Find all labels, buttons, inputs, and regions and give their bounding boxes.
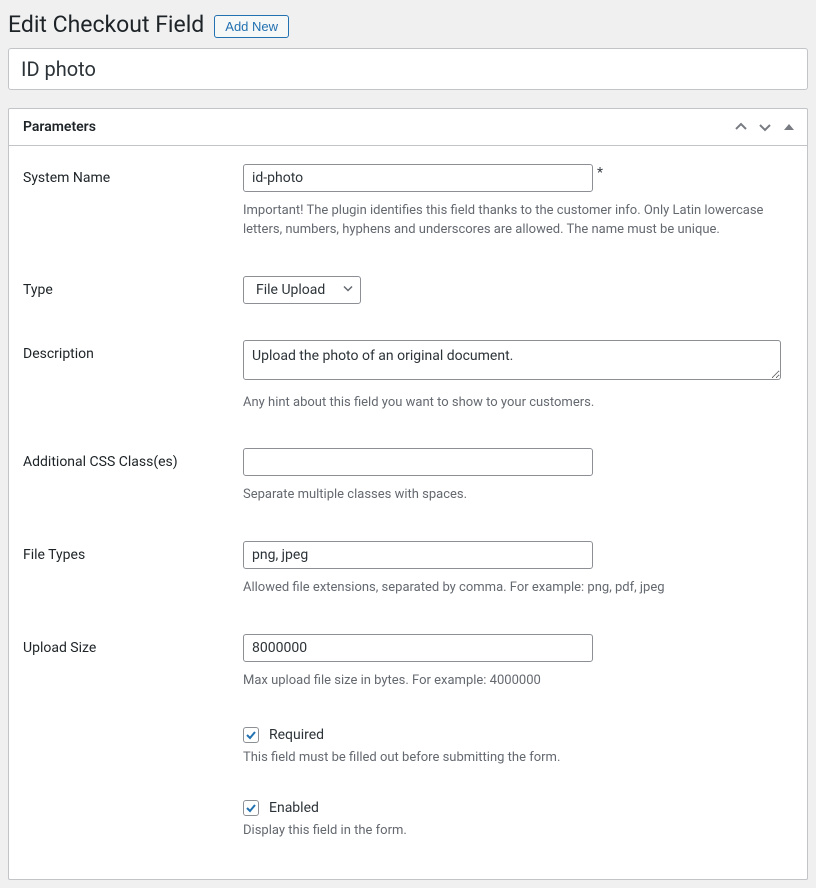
page-header: Edit Checkout Field Add New [8,8,808,48]
description-label: Description [23,340,243,362]
upload-size-label: Upload Size [23,634,243,656]
type-label: Type [23,276,243,298]
upload-size-row: Upload Size Max upload file size in byte… [23,634,793,691]
css-classes-help: Separate multiple classes with spaces. [243,486,773,505]
page-title: Edit Checkout Field [8,10,204,40]
panel-controls [735,121,795,133]
upload-size-input[interactable] [243,634,593,662]
system-name-label: System Name [23,164,243,186]
description-help: Any hint about this field you want to sh… [243,394,773,413]
file-types-input[interactable] [243,541,593,569]
css-classes-label: Additional CSS Class(es) [23,448,243,470]
field-title-input[interactable] [8,48,808,90]
move-down-icon[interactable] [759,121,771,133]
css-classes-input[interactable] [243,448,593,476]
system-name-row: System Name * Important! The plugin iden… [23,164,793,240]
system-name-input[interactable] [243,164,593,192]
enabled-row: Enabled Display this field in the form. [23,800,793,841]
enabled-help: Display this field in the form. [243,822,773,841]
enabled-checkbox[interactable] [243,800,259,816]
type-row: Type File Upload [23,276,793,304]
system-name-help: Important! The plugin identifies this fi… [243,202,773,240]
css-classes-row: Additional CSS Class(es) Separate multip… [23,448,793,505]
parameters-panel: Parameters System Name * Important! The … [8,108,808,880]
file-types-help: Allowed file extensions, separated by co… [243,579,793,598]
enabled-label: Enabled [269,800,319,816]
required-row: Required This field must be filled out b… [23,727,793,768]
type-select[interactable]: File Upload [243,276,361,304]
required-help: This field must be filled out before sub… [243,749,773,768]
required-asterisk: * [597,166,603,180]
description-row: Description Any hint about this field yo… [23,340,793,413]
required-checkbox[interactable] [243,727,259,743]
panel-title: Parameters [23,119,96,135]
collapse-icon[interactable] [783,121,795,133]
file-types-label: File Types [23,541,243,563]
panel-header: Parameters [9,109,807,146]
description-textarea[interactable] [243,340,781,380]
panel-body: System Name * Important! The plugin iden… [9,146,807,879]
upload-size-help: Max upload file size in bytes. For examp… [243,672,773,691]
file-types-row: File Types Allowed file extensions, sepa… [23,541,793,598]
required-label: Required [269,727,324,743]
move-up-icon[interactable] [735,121,747,133]
add-new-button[interactable]: Add New [214,15,289,38]
